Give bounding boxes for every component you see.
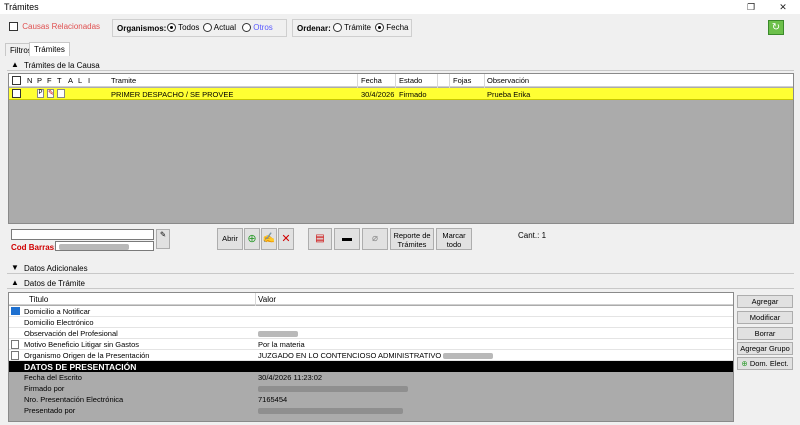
cell-tramite: PRIMER DESPACHO / SE PROVEE bbox=[111, 90, 234, 99]
sign-icon[interactable]: ✍ bbox=[261, 228, 277, 250]
reporte-tramites-button[interactable]: Reporte de Trámites bbox=[390, 228, 434, 250]
cell-fecha: 30/4/2026 bbox=[361, 90, 395, 99]
agregar-button[interactable]: Agregar bbox=[737, 295, 793, 308]
causas-checkbox-box[interactable] bbox=[9, 22, 18, 32]
cell-observacion: Prueba Erika bbox=[487, 90, 531, 99]
radio-actual[interactable]: Actual bbox=[203, 23, 236, 33]
title-bar: Trámites ❐ ✕ bbox=[0, 0, 800, 14]
ordenar-group: Ordenar: Trámite Fecha bbox=[292, 19, 412, 37]
close-icon[interactable]: ✕ bbox=[772, 0, 794, 14]
tramites-window: Trámites ❐ ✕ Causas Relacionadas Organis… bbox=[0, 0, 800, 425]
section-tramites-causa[interactable]: ▲ Trámites de la Causa bbox=[7, 59, 794, 71]
abrir-button[interactable]: Abrir bbox=[217, 228, 243, 250]
marcar-todo-button[interactable]: Marcar todo bbox=[436, 228, 472, 250]
radio-otros[interactable]: Otros bbox=[242, 23, 273, 33]
detail-row[interactable]: Nro. Presentación Electrónica 7165454 bbox=[9, 394, 733, 405]
edit-icon[interactable]: ✎ bbox=[156, 229, 170, 249]
cod-barras-label: Cod Barras: bbox=[11, 243, 57, 252]
detail-row[interactable]: Motivo Beneficio Litigar sin Gastos Por l… bbox=[9, 339, 733, 350]
agregar-grupo-button[interactable]: Agregar Grupo bbox=[737, 342, 793, 355]
restore-icon[interactable]: ❐ bbox=[740, 0, 762, 14]
detail-row[interactable]: Fecha del Escrito 30/4/2026 11:23:02 bbox=[9, 372, 733, 383]
tab-tramites[interactable]: Trámites bbox=[29, 42, 70, 56]
detail-row[interactable]: Firmado por bbox=[9, 383, 733, 394]
chevron-down-icon: ▼ bbox=[11, 263, 19, 272]
refresh-icon[interactable]: ↻ bbox=[768, 20, 784, 35]
details-header: Titulo Valor bbox=[9, 293, 733, 305]
detail-row[interactable]: Domicilio a Notificar bbox=[9, 306, 733, 317]
detail-row[interactable]: Presentado por bbox=[9, 405, 733, 416]
document-icon[interactable] bbox=[11, 351, 19, 360]
section-datos-adicionales[interactable]: ▼ Datos Adicionales bbox=[7, 262, 794, 274]
scanner-icon[interactable]: ▬ bbox=[334, 228, 360, 250]
radio-tramite[interactable]: Trámite bbox=[333, 23, 371, 33]
datos-tramite-grid[interactable]: Titulo Valor Domicilio a Notificar Domic… bbox=[8, 292, 734, 422]
selected-marker-icon bbox=[11, 307, 20, 315]
organismos-label: Organismos: bbox=[117, 24, 167, 33]
add-icon[interactable]: ⊕ bbox=[244, 228, 260, 250]
detail-row[interactable]: Organismo Origen de la Presentación JUZG… bbox=[9, 350, 733, 361]
cell-estado: Firmado bbox=[399, 90, 427, 99]
document-icon[interactable] bbox=[11, 340, 19, 349]
radio-fecha[interactable]: Fecha bbox=[375, 23, 408, 33]
table-row[interactable]: P ✎ PRIMER DESPACHO / SE PROVEE 30/4/202… bbox=[9, 88, 793, 100]
dom-elect-button[interactable]: ⊕ Dom. Elect. bbox=[737, 357, 793, 370]
chevron-up-icon: ▲ bbox=[11, 60, 19, 69]
select-all-checkbox[interactable] bbox=[12, 76, 21, 85]
radio-todos[interactable]: Todos bbox=[167, 23, 199, 33]
detail-group-header: DATOS DE PRESENTACIÓN bbox=[9, 361, 733, 372]
document-icon[interactable] bbox=[57, 89, 65, 98]
borrar-button[interactable]: Borrar bbox=[737, 327, 793, 340]
signature-icon[interactable]: ✎ bbox=[47, 89, 54, 98]
detail-row[interactable]: Observación del Profesional bbox=[9, 328, 733, 339]
modificar-button[interactable]: Modificar bbox=[737, 311, 793, 324]
pdf-icon[interactable]: ▤ bbox=[308, 228, 332, 250]
delete-icon[interactable]: ✕ bbox=[278, 228, 294, 250]
section-datos-tramite[interactable]: ▲ Datos de Trámite bbox=[7, 277, 794, 289]
tramites-grid[interactable]: N P F T A L I Tramite Fecha Estado Fojas… bbox=[8, 73, 794, 224]
grid-header: N P F T A L I Tramite Fecha Estado Fojas… bbox=[9, 74, 793, 87]
search-input[interactable] bbox=[11, 229, 154, 240]
add-icon: ⊕ bbox=[741, 359, 748, 368]
organismos-group: Organismos: Todos Actual Otros bbox=[112, 19, 287, 37]
window-title: Trámites bbox=[4, 2, 39, 12]
attachment-icon[interactable]: ⌀ bbox=[362, 228, 388, 250]
causas-relacionadas-checkbox[interactable]: Causas Relacionadas bbox=[9, 22, 101, 32]
cant-label: Cant.: 1 bbox=[518, 231, 547, 240]
cod-barras-input[interactable] bbox=[55, 241, 154, 251]
causas-relacionadas-label: Causas Relacionadas bbox=[22, 22, 101, 31]
row-checkbox[interactable] bbox=[12, 89, 21, 98]
ordenar-label: Ordenar: bbox=[297, 24, 331, 33]
detail-row[interactable]: Domicilio Electrónico bbox=[9, 317, 733, 328]
p-doc-icon[interactable]: P bbox=[37, 89, 44, 98]
chevron-up-icon: ▲ bbox=[11, 278, 19, 287]
